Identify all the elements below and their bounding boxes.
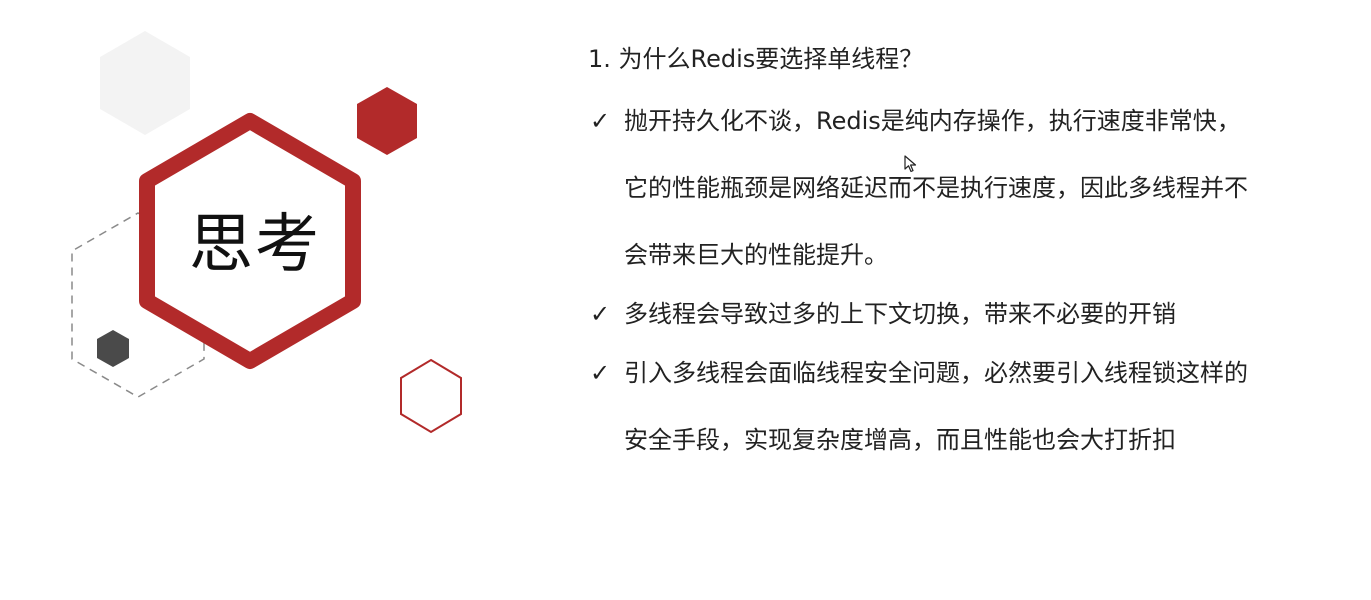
dark-gray-hexagon — [97, 330, 129, 367]
slide-content: 1. 为什么Redis要选择单线程？ ✓ 抛开持久化不谈，Redis是纯内存操作… — [588, 38, 1288, 474]
bullet-point-text: 引入多线程会面临线程安全问题，必然要引入线程锁这样的安全手段，实现复杂度增高，而… — [624, 359, 1248, 454]
mouse-pointer-icon — [904, 155, 917, 173]
light-gray-hexagon — [100, 31, 190, 135]
checkmark-icon: ✓ — [590, 359, 611, 387]
bullet-point-3: ✓ 引入多线程会面临线程安全问题，必然要引入线程锁这样的安全手段，实现复杂度增高… — [588, 340, 1288, 474]
checkmark-icon: ✓ — [590, 300, 611, 328]
bullet-point-2: ✓ 多线程会导致过多的上下文切换，带来不必要的开销 — [588, 281, 1288, 348]
bullet-point-text: 抛开持久化不谈，Redis是纯内存操作，执行速度非常快，它的性能瓶颈是网络延迟而… — [624, 107, 1248, 269]
bullet-point-1: ✓ 抛开持久化不谈，Redis是纯内存操作，执行速度非常快，它的性能瓶颈是网络延… — [588, 88, 1288, 289]
hexagon-decoration — [71, 31, 462, 434]
checkmark-icon: ✓ — [590, 107, 611, 135]
slide-title: 思考 — [189, 208, 321, 282]
red-outline-hexagon — [400, 358, 462, 434]
question-heading: 1. 为什么Redis要选择单线程？ — [588, 45, 924, 73]
red-filled-hexagon — [357, 87, 417, 155]
bullet-point-text: 多线程会导致过多的上下文切换，带来不必要的开销 — [624, 300, 1176, 328]
